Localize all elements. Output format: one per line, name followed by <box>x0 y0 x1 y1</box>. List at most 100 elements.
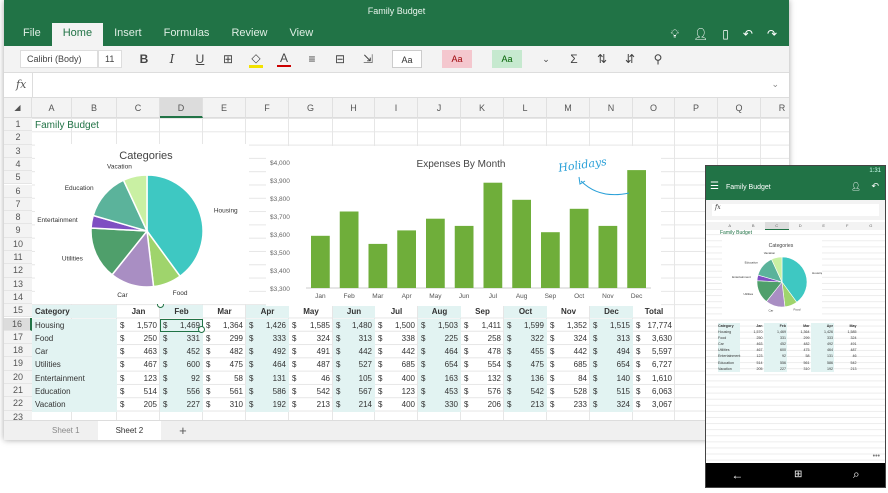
table-header-dec[interactable]: Dec <box>590 305 633 319</box>
style-good[interactable]: Aa <box>492 50 522 68</box>
tab-view[interactable]: View <box>279 23 325 46</box>
amount-cell[interactable]: $132 <box>461 372 504 385</box>
row-header-7[interactable]: 7 <box>4 197 32 212</box>
col-header-M[interactable]: M <box>547 98 590 118</box>
amount-cell[interactable]: $463 <box>117 345 160 358</box>
row-header-5[interactable]: 5 <box>4 171 32 185</box>
table-header-may[interactable]: May <box>289 305 333 318</box>
sheet-tab-2[interactable]: Sheet 2 <box>97 421 162 440</box>
share-icon[interactable]: 👤︎ <box>693 27 708 42</box>
table-header-apr[interactable]: Apr <box>246 305 289 319</box>
amount-cell[interactable]: $554 <box>461 358 504 371</box>
find-icon[interactable]: ⚲ <box>644 52 672 66</box>
row-header-3[interactable]: 3 <box>4 144 32 158</box>
table-header-aug[interactable]: Aug <box>418 305 461 319</box>
amount-cell[interactable]: $6,063 <box>633 385 675 398</box>
col-header-A[interactable]: A <box>32 98 72 118</box>
amount-cell[interactable]: $576 <box>461 385 504 398</box>
amount-cell[interactable]: $330 <box>418 398 461 412</box>
amount-cell[interactable]: $442 <box>547 345 590 358</box>
phone-col-header[interactable]: G <box>859 222 883 230</box>
lightbulb-icon[interactable]: 💡︎ <box>671 27 679 42</box>
more-icon[interactable]: ••• <box>873 453 880 460</box>
col-header-C[interactable]: C <box>117 98 160 118</box>
table-header-jan[interactable]: Jan <box>117 305 160 318</box>
font-color-icon[interactable]: A <box>277 51 291 67</box>
bar-jul[interactable] <box>483 182 503 288</box>
amount-cell[interactable]: $3,067 <box>633 398 675 411</box>
style-bad[interactable]: Aa <box>442 50 472 68</box>
row-header-6[interactable]: 6 <box>4 184 32 198</box>
amount-cell[interactable]: $299 <box>203 332 246 345</box>
amount-cell[interactable]: $258 <box>461 332 504 345</box>
expand-formula-icon[interactable]: ⌄ <box>771 79 779 90</box>
amount-cell[interactable]: $1,469 <box>160 318 203 332</box>
phone-cell[interactable]: Vacation <box>718 365 740 372</box>
phone-grid[interactable]: A B C D E F G Family Budget Housing Food Car Utilit… <box>706 222 885 463</box>
amount-cell[interactable]: $478 <box>461 345 504 358</box>
amount-cell[interactable]: $1,352 <box>547 319 590 332</box>
add-sheet-button[interactable]: + <box>161 421 205 440</box>
amount-cell[interactable]: $123 <box>375 385 418 398</box>
phone-formula-bar[interactable]: fx <box>712 204 879 216</box>
share-icon[interactable]: 👤︎ <box>851 182 861 191</box>
row-header-10[interactable]: 10 <box>4 237 32 251</box>
col-header-G[interactable]: G <box>289 98 333 118</box>
table-header-mar[interactable]: Mar <box>203 305 246 318</box>
amount-cell[interactable]: $6,727 <box>633 358 675 371</box>
amount-cell[interactable]: $136 <box>504 371 547 385</box>
amount-cell[interactable]: $322 <box>504 331 547 346</box>
amount-cell[interactable]: $105 <box>333 371 375 385</box>
amount-cell[interactable]: $1,503 <box>418 318 461 332</box>
amount-cell[interactable]: $225 <box>418 331 461 346</box>
col-header-K[interactable]: K <box>461 98 504 118</box>
amount-cell[interactable]: $527 <box>333 358 375 372</box>
table-header-jun[interactable]: Jun <box>333 305 375 319</box>
category-cell[interactable]: Vacation <box>32 398 117 412</box>
amount-cell[interactable]: $206 <box>461 398 504 411</box>
amount-cell[interactable]: $213 <box>504 398 547 412</box>
amount-cell[interactable]: $1,480 <box>333 318 375 332</box>
sort-icon[interactable]: ⇅ <box>588 52 616 66</box>
amount-cell[interactable]: $205 <box>117 398 160 411</box>
amount-cell[interactable]: $515 <box>590 385 633 399</box>
amount-cell[interactable]: $1,411 <box>461 319 504 332</box>
underline-button[interactable]: U <box>186 52 214 66</box>
bar-dec[interactable] <box>627 170 646 288</box>
table-header-sep[interactable]: Sep <box>461 305 504 318</box>
amount-cell[interactable]: $310 <box>203 398 246 411</box>
amount-cell[interactable]: $542 <box>504 385 547 399</box>
redo-icon[interactable]: ↷ <box>767 27 777 42</box>
amount-cell[interactable]: $442 <box>333 345 375 359</box>
amount-cell[interactable]: $163 <box>418 371 461 385</box>
phone-cell[interactable]: 310 <box>787 366 811 372</box>
back-icon[interactable]: ← <box>731 468 743 482</box>
amount-cell[interactable]: $233 <box>547 398 590 411</box>
phone-col-header[interactable]: D <box>789 222 813 230</box>
amount-cell[interactable]: $1,515 <box>590 318 633 332</box>
amount-cell[interactable]: $685 <box>547 358 590 371</box>
autosum-button[interactable]: Σ <box>560 52 588 66</box>
amount-cell[interactable]: $92 <box>160 371 203 385</box>
bar-apr[interactable] <box>397 230 416 288</box>
table-header-oct[interactable]: Oct <box>504 305 547 319</box>
bar-mar[interactable] <box>368 243 388 288</box>
phone-cell[interactable]: 227 <box>763 365 787 372</box>
fill-color-icon[interactable]: ◇ <box>249 51 263 68</box>
amount-cell[interactable]: $1,599 <box>504 318 547 332</box>
amount-cell[interactable]: $556 <box>160 385 203 399</box>
amount-cell[interactable]: $1,585 <box>289 319 333 332</box>
category-cell[interactable]: Car <box>32 345 117 359</box>
amount-cell[interactable]: $1,500 <box>375 319 418 332</box>
amount-cell[interactable]: $452 <box>160 345 203 359</box>
amount-cell[interactable]: $324 <box>590 398 633 412</box>
sheet-tab-1[interactable]: Sheet 1 <box>34 421 98 440</box>
amount-cell[interactable]: $491 <box>289 345 333 358</box>
amount-cell[interactable]: $475 <box>203 358 246 371</box>
row-header-18[interactable]: 18 <box>4 344 32 358</box>
phone-cell[interactable]: 205 <box>740 366 764 372</box>
amount-cell[interactable]: $46 <box>289 372 333 385</box>
bold-button[interactable]: B <box>130 52 158 66</box>
amount-cell[interactable]: $453 <box>418 385 461 399</box>
tab-home[interactable]: Home <box>51 23 104 46</box>
